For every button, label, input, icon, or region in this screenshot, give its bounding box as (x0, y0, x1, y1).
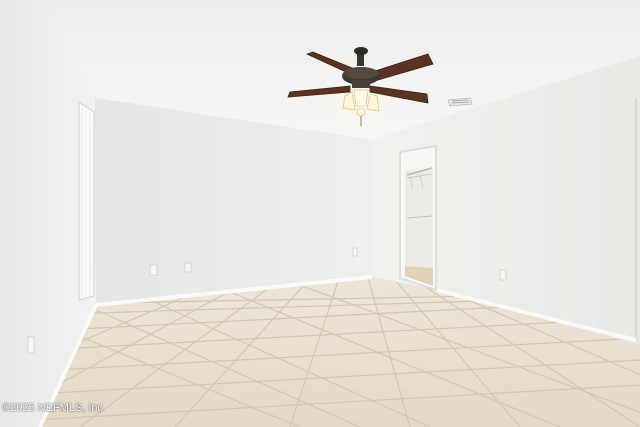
outlet-left-wall (27, 336, 35, 354)
window (78, 100, 95, 301)
copyright-watermark: ©2025 NEFMLS, Inc (2, 402, 104, 414)
room-photo: ©2025 NEFMLS, Inc (0, 0, 640, 427)
outlet-right-wall (499, 269, 507, 281)
closet-doorway (399, 144, 437, 292)
outlet-back-2 (184, 262, 192, 273)
outlet-back-1 (149, 264, 158, 276)
room-illustration (0, 0, 640, 427)
fan-light (353, 89, 369, 107)
outlet-back-3 (352, 247, 358, 257)
